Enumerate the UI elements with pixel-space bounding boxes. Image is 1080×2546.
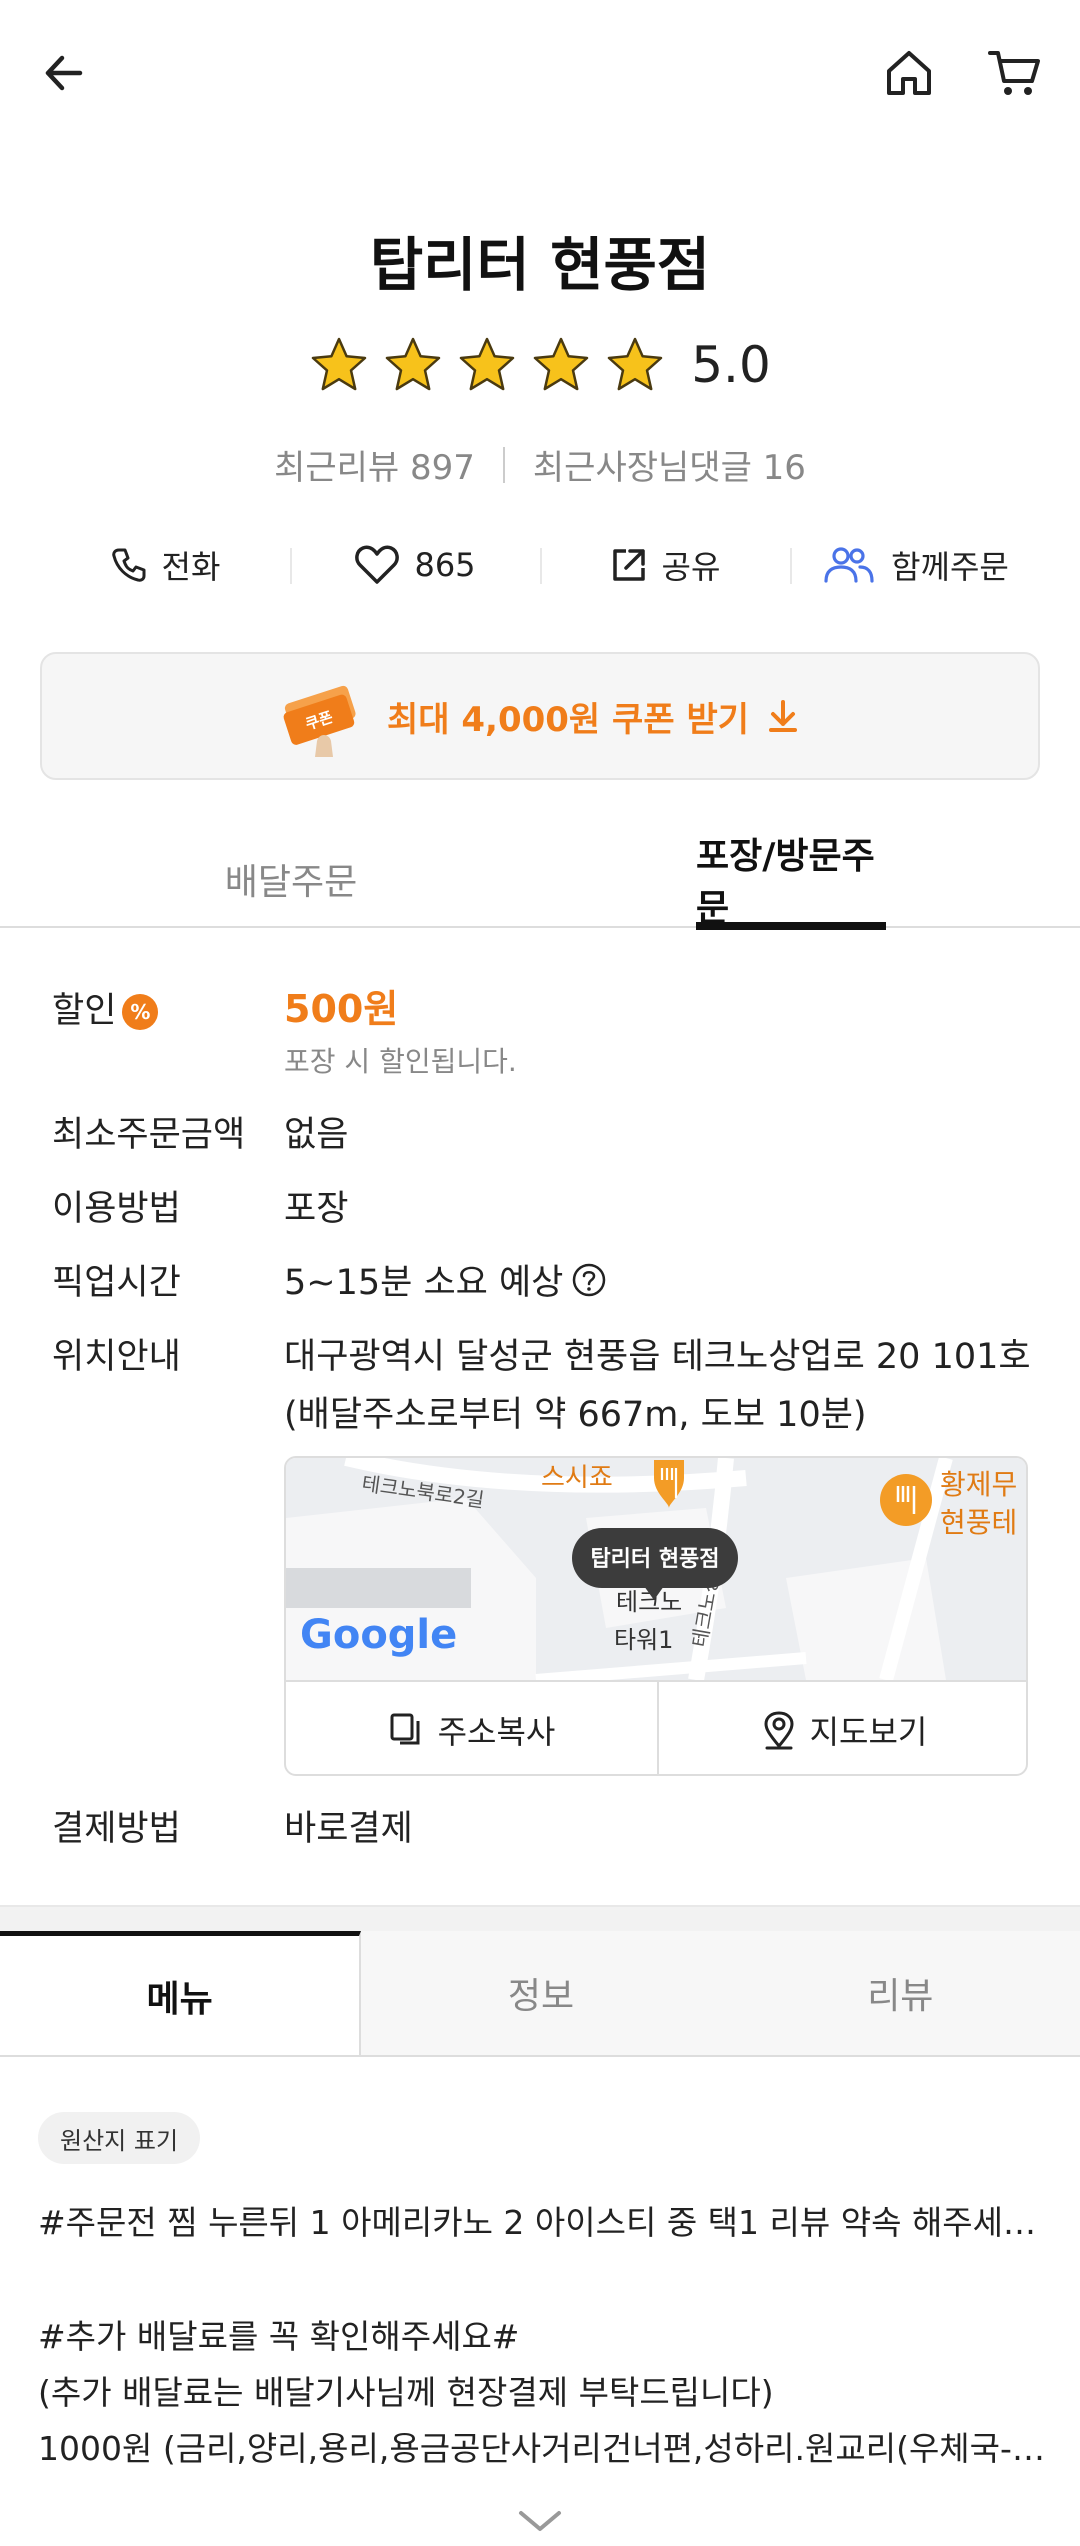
cart-icon <box>988 51 1040 95</box>
star-icon <box>607 337 663 391</box>
google-logo: Google <box>300 1612 457 1658</box>
payment-row: 결제방법 바로결제 <box>52 1800 1032 1850</box>
star-icon <box>385 337 441 391</box>
section-divider <box>0 1905 1080 1931</box>
share-label: 공유 <box>661 548 721 586</box>
expand-chevron-icon[interactable] <box>515 2505 565 2535</box>
map-poi-1: 스시죠 <box>541 1463 613 1493</box>
location-label: 위치안내 <box>52 1337 181 1377</box>
heart-icon <box>355 545 400 584</box>
copy-address-label: 주소복사 <box>437 1713 556 1751</box>
min-order-row: 최소주문금액 없음 <box>52 1106 1032 1156</box>
notice-line-3: (추가 배달료는 배달기사님께 현장결제 부탁드립니다) <box>38 2373 774 2412</box>
map-graphic: 테크노북로2길 테크노상업로 스시죠 황제무 현풍테 테크노 타워1 탑리터 현… <box>286 1458 1026 1680</box>
method-row: 이용방법 포장 <box>52 1180 1032 1230</box>
order-type-tabs: 배달주문 포장/방문주문 <box>0 830 1080 930</box>
pickup-time-text: 5~15분 소요 예상 <box>284 1263 564 1303</box>
like-button[interactable]: 865 <box>290 530 540 600</box>
divider <box>502 446 505 483</box>
location-pin-icon <box>764 1711 794 1750</box>
map-pin-label: 탑리터 현풍점 <box>590 1547 719 1572</box>
recent-reviews-link[interactable]: 최근리뷰 897 <box>274 440 475 489</box>
review-stats: 최근리뷰 897 최근사장님댓글 16 <box>0 440 1080 489</box>
store-actions: 전화 865 공유 함께주문 <box>40 530 1040 600</box>
payment-label: 결제방법 <box>52 1809 181 1849</box>
back-arrow-icon <box>45 55 83 91</box>
tab-info[interactable]: 정보 <box>361 1931 720 2055</box>
notice-line-4: 1000원 (금리,양리,용리,용금공단사거리건너편,성하리.원교리(우체국-… <box>38 2429 1045 2468</box>
map-poi-2: 황제무 <box>940 1468 1017 1501</box>
discount-row: 할인% 500원 포장 시 할인됩니다. <box>52 978 1032 1088</box>
group-people-icon <box>824 547 874 583</box>
tab-delivery[interactable]: 배달주문 <box>196 830 386 928</box>
location-row: 위치안내 대구광역시 달성군 현풍읍 테크노상업로 20 101호 (배달주소로… <box>52 1328 1032 1448</box>
tab-menu[interactable]: 메뉴 <box>0 1931 362 2055</box>
method-value: 포장 <box>284 1189 349 1229</box>
star-icon <box>533 337 589 391</box>
map-poi-3: 현풍테 <box>940 1506 1017 1539</box>
pickup-time-label: 픽업시간 <box>52 1263 181 1303</box>
rating-row: 5.0 <box>0 330 1080 400</box>
star-rating <box>309 335 665 395</box>
group-order-label: 함께주문 <box>891 548 1009 586</box>
coupon-ticket-icon: 쿠폰 <box>283 685 356 757</box>
view-map-button[interactable]: 지도보기 <box>657 1682 1026 1774</box>
download-arrow-icon <box>769 700 797 732</box>
star-icon <box>459 337 515 391</box>
rating-value: 5.0 <box>691 336 771 394</box>
map-actions: 주소복사 지도보기 <box>286 1680 1026 1774</box>
map-building-label-2: 타워1 <box>614 1626 673 1654</box>
home-button[interactable] <box>874 38 944 108</box>
tab-review[interactable]: 리뷰 <box>721 1931 1080 2055</box>
main-tabs: 메뉴 정보 리뷰 <box>0 1931 1080 2057</box>
min-order-label: 최소주문금액 <box>52 1115 246 1155</box>
map-view[interactable]: 테크노북로2길 테크노상업로 스시죠 황제무 현풍테 테크노 타워1 탑리터 현… <box>286 1458 1026 1680</box>
star-icon <box>311 337 367 391</box>
payment-value: 바로결제 <box>284 1809 413 1849</box>
copy-icon <box>390 1713 420 1745</box>
discount-note: 포장 시 할인됩니다. <box>284 1045 517 1078</box>
home-icon <box>887 51 931 95</box>
owner-comments-link[interactable]: 최근사장님댓글 16 <box>533 440 806 489</box>
notice-line-1: #주문전 찜 누른뒤 1 아메리카노 2 아이스티 중 택1 리뷰 약속 해주세… <box>38 2203 1048 2242</box>
notice-line-2: #추가 배달료를 꼭 확인해주세요# <box>38 2317 520 2356</box>
map-card: 테크노북로2길 테크노상업로 스시죠 황제무 현풍테 테크노 타워1 탑리터 현… <box>284 1456 1028 1776</box>
cart-button[interactable] <box>980 38 1050 108</box>
help-icon[interactable] <box>571 1262 607 1298</box>
discount-label: 할인% <box>52 982 159 1033</box>
group-order-button[interactable]: 함께주문 <box>790 530 1040 600</box>
share-button[interactable]: 공유 <box>540 530 790 600</box>
like-count: 865 <box>414 546 476 584</box>
top-bar <box>0 0 1080 150</box>
distance-text: (배달주소로부터 약 667m, 도보 10분) <box>284 1395 867 1435</box>
discount-value: 500원 <box>284 987 399 1031</box>
pickup-time-row: 픽업시간 5~15분 소요 예상 <box>52 1254 1032 1304</box>
phone-icon <box>111 548 146 582</box>
discount-percent-icon: % <box>122 994 159 1030</box>
view-map-label: 지도보기 <box>809 1713 928 1751</box>
call-button[interactable]: 전화 <box>40 530 290 600</box>
tab-pickup[interactable]: 포장/방문주문 <box>696 830 886 930</box>
back-button[interactable] <box>30 38 100 108</box>
coupon-banner[interactable]: 쿠폰 최대 4,000원 쿠폰 받기 <box>40 652 1040 780</box>
call-label: 전화 <box>161 548 221 586</box>
coupon-label: 최대 4,000원 쿠폰 받기 <box>386 699 749 740</box>
origin-label-chip[interactable]: 원산지 표기 <box>38 2112 201 2164</box>
address-text: 대구광역시 달성군 현풍읍 테크노상업로 20 101호 <box>284 1337 1031 1377</box>
method-label: 이용방법 <box>52 1189 181 1229</box>
store-name: 탑리터 현풍점 <box>369 231 711 299</box>
share-icon <box>612 549 645 581</box>
copy-address-button[interactable]: 주소복사 <box>286 1682 657 1774</box>
pickup-time-value: 5~15분 소요 예상 <box>284 1254 607 1305</box>
min-order-value: 없음 <box>284 1115 349 1155</box>
